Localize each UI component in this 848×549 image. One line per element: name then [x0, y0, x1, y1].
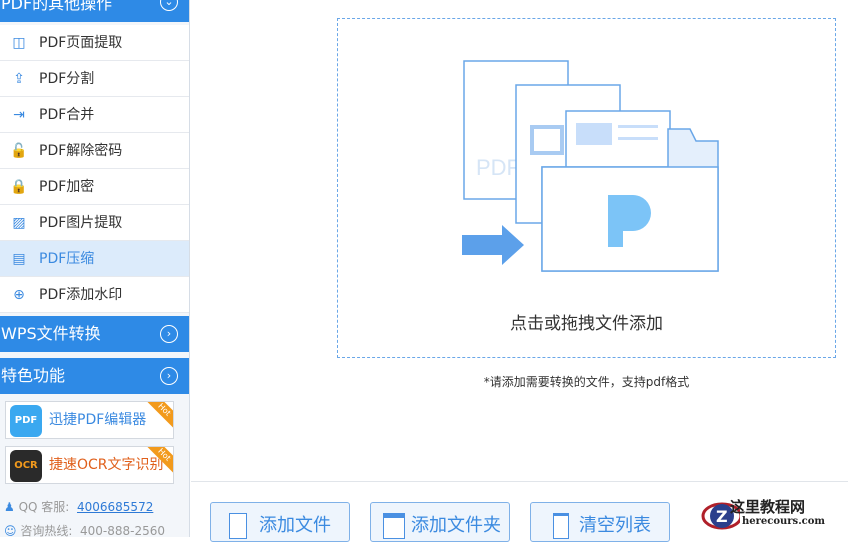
sidebar-item-split[interactable]: ⇪ PDF分割 [0, 61, 189, 97]
image-extract-icon: ▨ [12, 215, 26, 231]
ocr-logo-icon: OCR [10, 450, 42, 482]
promo-label: 迅捷PDF编辑器 [49, 412, 147, 428]
watermark-url: herecours.com [742, 516, 826, 527]
sidebar-item-page-extract[interactable]: ◫ PDF页面提取 [0, 25, 189, 61]
qq-icon: ♟ [4, 500, 15, 514]
promo-label: 捷速OCR文字识别 [49, 457, 164, 473]
svg-text:Z: Z [716, 507, 728, 526]
drop-instructions: 点击或拖拽文件添加 [510, 314, 663, 334]
file-icon [229, 513, 247, 539]
sidebar-item-watermark[interactable]: ⊕ PDF添加水印 [0, 277, 189, 313]
compress-icon: ▤ [12, 251, 26, 267]
add-file-button[interactable]: 添加文件 [210, 502, 350, 542]
section-wps-convert[interactable]: WPS文件转换 › [0, 316, 189, 352]
chevron-right-icon: › [160, 367, 178, 385]
section-pdf-other[interactable]: PDF的其他操作 ⌄ [0, 0, 189, 22]
watermark-title: 这里教程网 [730, 498, 806, 516]
unlock-icon: 🔓 [10, 143, 28, 159]
section-title: WPS文件转换 [1, 324, 101, 343]
item-label: PDF合并 [39, 107, 95, 123]
hot-badge: Hot [143, 402, 173, 431]
merge-icon: ⇥ [13, 107, 25, 123]
page-extract-icon: ◫ [12, 35, 26, 51]
headset-icon: ☺ [4, 524, 17, 538]
hotline-label: 咨询热线: [20, 524, 73, 538]
item-label: PDF解除密码 [39, 143, 123, 159]
button-label: 添加文件夹 [411, 515, 501, 536]
item-label: PDF添加水印 [39, 287, 123, 303]
section-features[interactable]: 特色功能 › [0, 358, 189, 394]
add-folder-button[interactable]: 添加文件夹 [370, 502, 510, 542]
sidebar-item-unlock[interactable]: 🔓 PDF解除密码 [0, 133, 189, 169]
file-drop-zone[interactable]: PDF 点击或拖拽文件添加 [337, 18, 836, 358]
trash-icon [553, 513, 569, 539]
pdf-editor-logo-icon: PDF [10, 405, 42, 437]
folder-icon [383, 513, 405, 539]
button-label: 清空列表 [579, 515, 651, 536]
site-watermark: Z 这里教程网 herecours.com [700, 494, 848, 537]
item-label: PDF压缩 [39, 251, 95, 267]
chevron-right-icon: › [160, 325, 178, 343]
qq-number-link[interactable]: 4006685572 [77, 500, 153, 514]
sidebar-item-image-extract[interactable]: ▨ PDF图片提取 [0, 205, 189, 241]
sidebar: PDF的其他操作 ⌄ ◫ PDF页面提取 ⇪ PDF分割 ⇥ PDF合并 🔓 PDF解除密… [0, 0, 190, 538]
section-title: 特色功能 [1, 366, 66, 385]
format-hint: *请添加需要转换的文件，支持pdf格式 [483, 375, 690, 389]
split-icon: ⇪ [13, 71, 25, 87]
qq-label: QQ 客服: [18, 500, 70, 514]
sidebar-item-encrypt[interactable]: 🔒 PDF加密 [0, 169, 189, 205]
item-label: PDF页面提取 [39, 35, 123, 51]
item-label: PDF图片提取 [39, 215, 123, 231]
qq-contact: ♟ QQ 客服: 4006685572 [4, 499, 153, 515]
clear-list-button[interactable]: 清空列表 [530, 502, 670, 542]
add-files-illustration-icon: PDF [462, 60, 719, 272]
sidebar-item-compress[interactable]: ▤ PDF压缩 [0, 241, 189, 277]
hotline-number: 400-888-2560 [80, 524, 166, 538]
item-label: PDF加密 [39, 179, 95, 195]
chevron-down-icon: ⌄ [160, 0, 178, 11]
footer-divider [191, 481, 848, 482]
watermark-icon: ⊕ [13, 287, 25, 303]
button-label: 添加文件 [259, 515, 331, 536]
section-title: PDF的其他操作 [1, 0, 113, 13]
item-label: PDF分割 [39, 71, 95, 87]
promo-ocr[interactable]: OCR 捷速OCR文字识别 Hot [5, 446, 174, 484]
lock-icon: 🔒 [10, 179, 28, 195]
sidebar-item-merge[interactable]: ⇥ PDF合并 [0, 97, 189, 133]
svg-text:PDF: PDF [476, 155, 520, 180]
promo-pdf-editor[interactable]: PDF 迅捷PDF编辑器 Hot [5, 401, 174, 439]
